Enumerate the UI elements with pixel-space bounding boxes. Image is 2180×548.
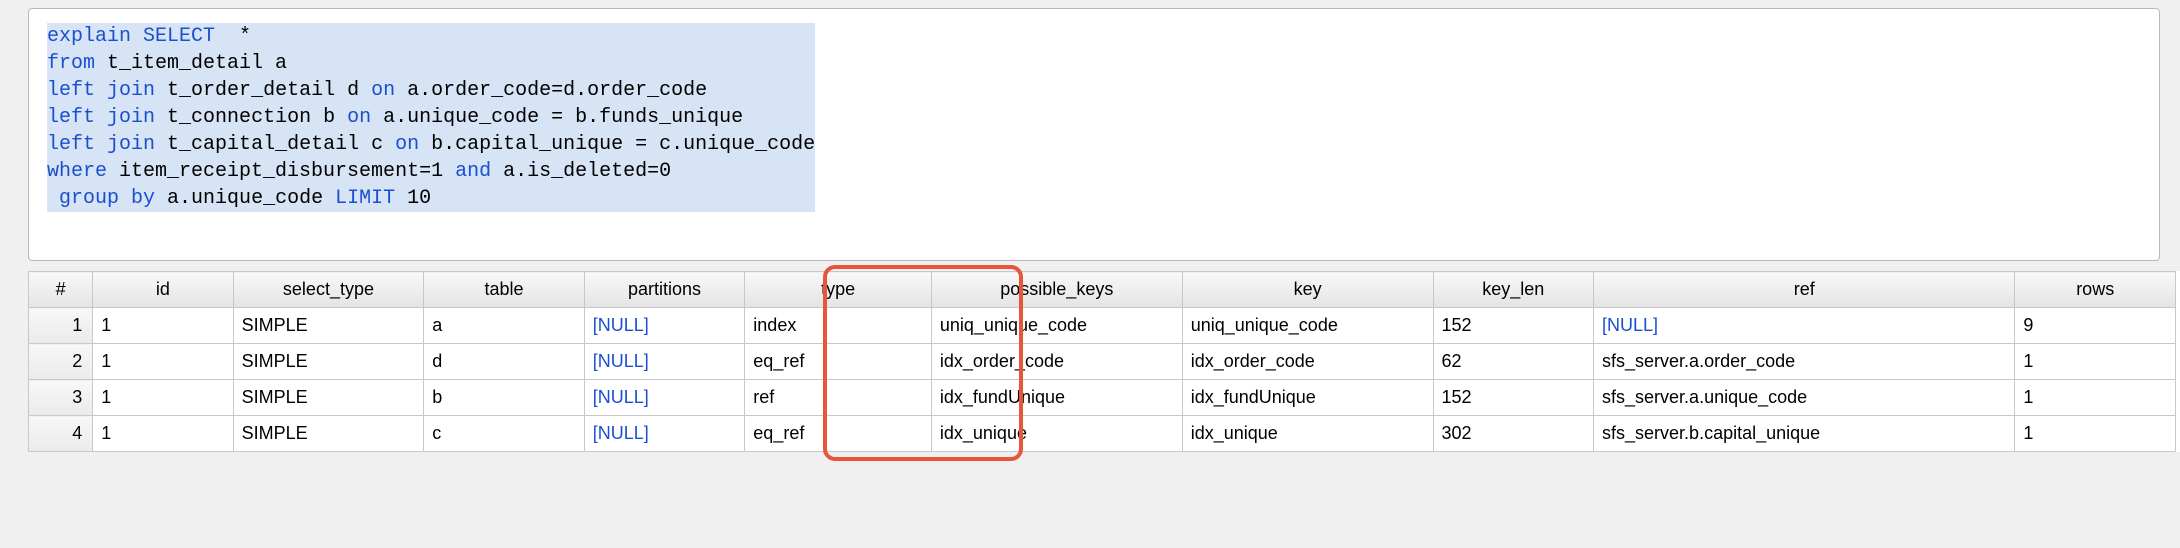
cell-partitions[interactable]: [NULL] — [584, 308, 745, 344]
cell-key_len[interactable]: 302 — [1433, 416, 1594, 452]
sql-editor[interactable]: explain SELECT *from t_item_detail aleft… — [47, 23, 815, 212]
cell-type[interactable]: eq_ref — [745, 344, 932, 380]
cell-ref[interactable]: sfs_server.a.unique_code — [1594, 380, 2015, 416]
cell-ref[interactable]: sfs_server.b.capital_unique — [1594, 416, 2015, 452]
col-header-select_type[interactable]: select_type — [233, 272, 424, 308]
col-header-partitions[interactable]: partitions — [584, 272, 745, 308]
cell-key_len[interactable]: 62 — [1433, 344, 1594, 380]
col-header-ref[interactable]: ref — [1594, 272, 2015, 308]
cell-partitions[interactable]: [NULL] — [584, 380, 745, 416]
explain-results-table: # id select_type table partitions type p… — [28, 271, 2176, 452]
col-header-key_len[interactable]: key_len — [1433, 272, 1594, 308]
cell-id[interactable]: 1 — [93, 380, 233, 416]
col-header-key[interactable]: key — [1182, 272, 1433, 308]
table-row[interactable]: 31SIMPLEb[NULL]refidx_fundUniqueidx_fund… — [29, 380, 2176, 416]
table-row[interactable]: 11SIMPLEa[NULL]indexuniq_unique_codeuniq… — [29, 308, 2176, 344]
cell-id[interactable]: 1 — [93, 308, 233, 344]
col-header-possible_keys[interactable]: possible_keys — [931, 272, 1182, 308]
cell-possible_keys[interactable]: idx_order_code — [931, 344, 1182, 380]
cell-possible_keys[interactable]: idx_unique — [931, 416, 1182, 452]
cell-key[interactable]: idx_unique — [1182, 416, 1433, 452]
cell-possible_keys[interactable]: uniq_unique_code — [931, 308, 1182, 344]
cell-n[interactable]: 1 — [29, 308, 93, 344]
cell-n[interactable]: 3 — [29, 380, 93, 416]
cell-rows[interactable]: 9 — [2015, 308, 2176, 344]
cell-table[interactable]: c — [424, 416, 585, 452]
cell-id[interactable]: 1 — [93, 344, 233, 380]
cell-key_len[interactable]: 152 — [1433, 380, 1594, 416]
cell-n[interactable]: 2 — [29, 344, 93, 380]
cell-ref[interactable]: [NULL] — [1594, 308, 2015, 344]
cell-partitions[interactable]: [NULL] — [584, 344, 745, 380]
cell-key[interactable]: idx_fundUnique — [1182, 380, 1433, 416]
results-panel: # id select_type table partitions type p… — [28, 271, 2180, 452]
cell-table[interactable]: a — [424, 308, 585, 344]
cell-partitions[interactable]: [NULL] — [584, 416, 745, 452]
cell-id[interactable]: 1 — [93, 416, 233, 452]
cell-select_type[interactable]: SIMPLE — [233, 380, 424, 416]
cell-rows[interactable]: 1 — [2015, 416, 2176, 452]
col-header-rows[interactable]: rows — [2015, 272, 2176, 308]
cell-table[interactable]: b — [424, 380, 585, 416]
cell-type[interactable]: ref — [745, 380, 932, 416]
cell-rows[interactable]: 1 — [2015, 380, 2176, 416]
cell-type[interactable]: index — [745, 308, 932, 344]
table-row[interactable]: 41SIMPLEc[NULL]eq_refidx_uniqueidx_uniqu… — [29, 416, 2176, 452]
cell-table[interactable]: d — [424, 344, 585, 380]
cell-type[interactable]: eq_ref — [745, 416, 932, 452]
cell-n[interactable]: 4 — [29, 416, 93, 452]
col-header-rownum[interactable]: # — [29, 272, 93, 308]
sql-editor-panel: explain SELECT *from t_item_detail aleft… — [28, 8, 2160, 261]
cell-key[interactable]: idx_order_code — [1182, 344, 1433, 380]
cell-rows[interactable]: 1 — [2015, 344, 2176, 380]
cell-select_type[interactable]: SIMPLE — [233, 344, 424, 380]
cell-select_type[interactable]: SIMPLE — [233, 416, 424, 452]
table-row[interactable]: 21SIMPLEd[NULL]eq_refidx_order_codeidx_o… — [29, 344, 2176, 380]
table-header-row: # id select_type table partitions type p… — [29, 272, 2176, 308]
cell-key_len[interactable]: 152 — [1433, 308, 1594, 344]
col-header-id[interactable]: id — [93, 272, 233, 308]
cell-ref[interactable]: sfs_server.a.order_code — [1594, 344, 2015, 380]
cell-select_type[interactable]: SIMPLE — [233, 308, 424, 344]
cell-key[interactable]: uniq_unique_code — [1182, 308, 1433, 344]
col-header-type[interactable]: type — [745, 272, 932, 308]
cell-possible_keys[interactable]: idx_fundUnique — [931, 380, 1182, 416]
col-header-table[interactable]: table — [424, 272, 585, 308]
